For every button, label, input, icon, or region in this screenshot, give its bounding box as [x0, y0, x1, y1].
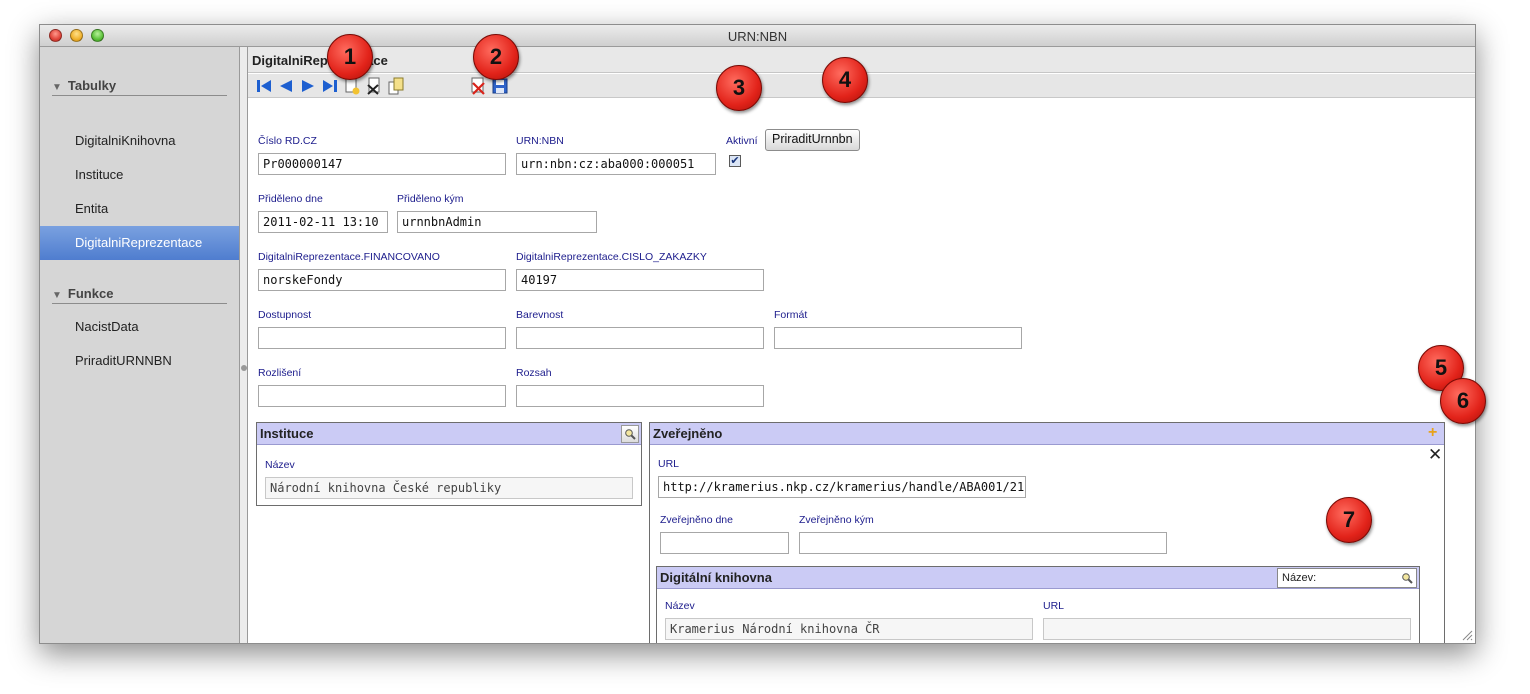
resize-grip-icon[interactable] — [1461, 629, 1473, 641]
form-area: DigitalniReprezentace Číslo RD.CZ Pr0000… — [248, 47, 1475, 643]
aktivni-checkbox[interactable]: ✔ — [729, 155, 741, 167]
urn-nbn-field[interactable]: urn:nbn:cz:aba000:000051 — [516, 153, 716, 175]
sidebar-item-nacistdata[interactable]: NacistData — [40, 310, 239, 344]
instituce-panel: Instituce Název Národní knihovna České r… — [256, 422, 642, 506]
url-field[interactable]: http://kramerius.nkp.cz/kramerius/handle… — [658, 476, 1026, 498]
zverejneno-dne-label: Zveřejněno dne — [660, 514, 733, 526]
search-icon — [1402, 573, 1413, 584]
dostupnost-field[interactable] — [258, 327, 506, 349]
cislo-zakazky-label: DigitalniReprezentace.CISLO_ZAKAZKY — [516, 251, 707, 263]
callout-2: 2 — [473, 34, 519, 80]
sidebar-section-label: Funkce — [67, 286, 114, 301]
prideleno-kym-label: Přiděleno kým — [397, 193, 464, 205]
sidebar-item-entita[interactable]: Entita — [40, 192, 239, 226]
format-field[interactable] — [774, 327, 1022, 349]
split-view-divider[interactable] — [240, 47, 248, 643]
url-label: URL — [658, 458, 680, 470]
financovano-field[interactable]: norskeFondy — [258, 269, 506, 291]
instituce-panel-title: Instituce — [257, 423, 641, 445]
sidebar: ▼ Tabulky DigitalniKnihovna Instituce Ent… — [40, 47, 240, 643]
instituce-nazev-field[interactable]: Národní knihovna České republiky — [265, 477, 633, 499]
callout-7: 7 — [1326, 497, 1372, 543]
zverejneno-panel: Zveřejněno + ✕ URL http://kramerius.nkp.… — [649, 422, 1445, 643]
zverejneno-kym-field[interactable] — [799, 532, 1167, 554]
knihovna-url-label: URL — [1043, 600, 1065, 612]
barevnost-label: Barevnost — [516, 309, 564, 321]
knihovna-nazev-field[interactable]: Kramerius Národní knihovna ČR — [665, 618, 1033, 640]
sidebar-section-tabulky[interactable]: ▼ Tabulky — [52, 78, 227, 96]
zverejneno-dne-field[interactable] — [660, 532, 789, 554]
knihovna-nazev-label: Název — [665, 600, 695, 612]
window-title: URN:NBN — [727, 29, 788, 44]
sidebar-section-funkce[interactable]: ▼ Funkce — [52, 286, 227, 304]
remove-icon[interactable]: ✕ — [1428, 446, 1442, 463]
sidebar-item-priraditurnnbn[interactable]: PriraditURNNBN — [40, 344, 239, 378]
aktivni-label: Aktivní — [726, 135, 758, 147]
cislo-rd-label: Číslo RD.CZ — [258, 135, 317, 147]
financovano-label: DigitalniReprezentace.FINANCOVANO — [258, 251, 440, 263]
sidebar-item-digitalniknihovna[interactable]: DigitalniKnihovna — [40, 124, 239, 158]
barevnost-field[interactable] — [516, 327, 764, 349]
callout-1: 1 — [327, 34, 373, 80]
app-window: URN:NBN ▼ Tabulky DigitalniKnihovna Insti… — [39, 24, 1476, 644]
sidebar-section-label: Tabulky — [67, 78, 117, 93]
priradit-urnnbn-button[interactable]: PriraditUrnnbn — [765, 129, 860, 151]
prideleno-dne-label: Přiděleno dne — [258, 193, 323, 205]
knihovna-url-field[interactable] — [1043, 618, 1411, 640]
callout-6: 6 — [1440, 378, 1486, 424]
cancel-changes-icon[interactable] — [468, 76, 488, 96]
dostupnost-label: Dostupnost — [258, 309, 312, 321]
nazev-search-input[interactable]: Název: — [1277, 568, 1417, 588]
previous-record-icon[interactable] — [276, 76, 296, 96]
urn-nbn-label: URN:NBN — [516, 135, 564, 147]
zverejneno-kym-label: Zveřejněno kým — [799, 514, 874, 526]
next-record-icon[interactable] — [298, 76, 318, 96]
instituce-nazev-label: Název — [265, 459, 295, 471]
prideleno-dne-field[interactable]: 2011-02-11 13:10 — [258, 211, 388, 233]
delete-record-icon[interactable] — [364, 76, 384, 96]
prideleno-kym-field[interactable]: urnnbnAdmin — [397, 211, 597, 233]
disclosure-triangle-icon: ▼ — [52, 82, 62, 93]
rozliseni-label: Rozlišení — [258, 367, 302, 379]
digitalni-knihovna-panel: Digitální knihovna Název: Název Krameriu… — [656, 566, 1420, 643]
sidebar-item-instituce[interactable]: Instituce — [40, 158, 239, 192]
disclosure-triangle-icon: ▼ — [52, 290, 62, 301]
rozsah-field[interactable] — [516, 385, 764, 407]
format-label: Formát — [774, 309, 808, 321]
sidebar-item-digitalnireprezentace[interactable]: DigitalniReprezentace — [40, 226, 239, 260]
last-record-icon[interactable] — [320, 76, 340, 96]
callout-4: 4 — [822, 57, 868, 103]
callout-3: 3 — [716, 65, 762, 111]
rozliseni-field[interactable] — [258, 385, 506, 407]
zverejneno-panel-title: Zveřejněno — [650, 423, 1444, 445]
nazev-search-placeholder: Název: — [1282, 572, 1317, 584]
add-icon[interactable]: + — [1428, 425, 1442, 441]
splitter-handle-icon[interactable] — [241, 365, 247, 371]
rozsah-label: Rozsah — [516, 367, 552, 379]
cislo-rd-field[interactable]: Pr000000147 — [258, 153, 506, 175]
first-record-icon[interactable] — [254, 76, 274, 96]
cislo-zakazky-field[interactable]: 40197 — [516, 269, 764, 291]
title-bar: URN:NBN — [40, 25, 1475, 47]
search-icon[interactable] — [621, 425, 639, 443]
copy-record-icon[interactable] — [386, 76, 406, 96]
